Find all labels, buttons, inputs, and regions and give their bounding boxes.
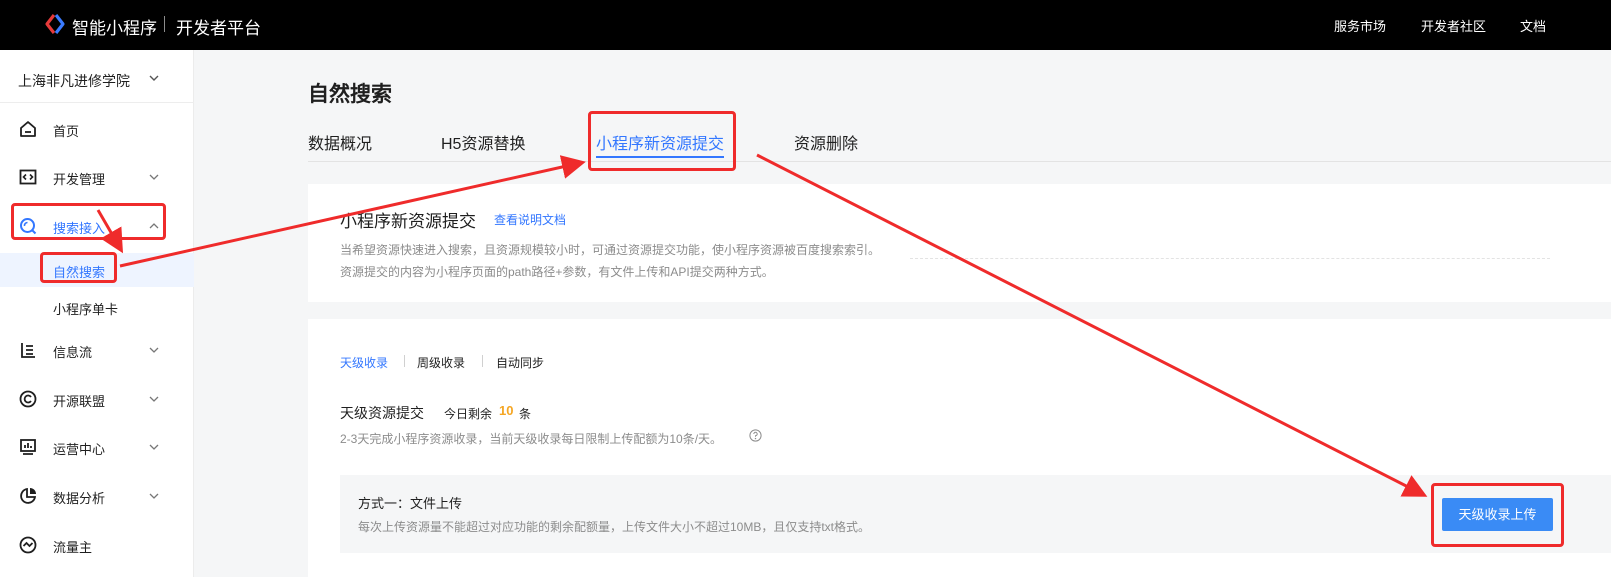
sidebar-item-label: 流量主: [53, 540, 93, 555]
subtab-auto-sync[interactable]: 自动同步: [496, 354, 544, 371]
brand-name[interactable]: 智能小程序: [72, 14, 157, 39]
tab-h5-replace[interactable]: H5资源替换: [441, 130, 525, 154]
sidebar-item-label: 小程序单卡: [53, 302, 119, 317]
quota-rule-text: 2-3天完成小程序资源收录，当前天级收录每日限制上传配额为10条/天。: [340, 432, 723, 446]
chevron-down-icon: [149, 347, 159, 353]
remaining-count: 10: [499, 403, 514, 418]
intro-title: 小程序新资源提交: [340, 212, 476, 231]
data-analysis-icon: [20, 487, 37, 504]
chevron-down-icon[interactable]: [148, 72, 160, 84]
subtab-divider: [482, 355, 483, 367]
sidebar-item-label: 开发管理: [53, 172, 106, 187]
subtab-divider: [404, 355, 405, 367]
alliance-icon: [19, 390, 37, 408]
daily-submit-title: 天级资源提交: [340, 405, 424, 421]
subtab-weekly[interactable]: 周级收录: [417, 354, 465, 371]
sidebar-item-operations[interactable]: 运营中心: [0, 427, 194, 467]
tab-data-overview[interactable]: 数据概况: [308, 130, 372, 154]
brand-divider: [164, 16, 165, 32]
annotation-box: [1431, 483, 1564, 547]
subtab-daily[interactable]: 天级收录: [340, 354, 388, 371]
traffic-icon: [19, 536, 37, 554]
sidebar-item-mini-card[interactable]: 小程序单卡: [0, 290, 194, 324]
service-market-link[interactable]: 服务市场: [1334, 16, 1386, 35]
tab-resource-delete[interactable]: 资源删除: [794, 130, 858, 154]
intro-description: 资源提交的内容为小程序页面的path路径+参数，有文件上传和API提交两种方式。: [340, 265, 774, 279]
platform-name: 开发者平台: [176, 19, 261, 38]
docs-link[interactable]: 文档: [1520, 16, 1546, 35]
sidebar-item-dev-management[interactable]: 开发管理: [0, 157, 194, 197]
dashed-divider: [910, 258, 1550, 259]
sidebar: 上海非凡进修学院 首页 开发管理 搜索接入 自然搜索 小程序单卡 信息流 开源联…: [0, 50, 194, 577]
intro-description: 当希望资源快速进入搜索，且资源规模较小时，可通过资源提交功能，使小程序资源被百度…: [340, 243, 881, 257]
file-upload-panel: [340, 475, 1611, 553]
remaining-unit: 条: [519, 407, 532, 421]
sidebar-item-home[interactable]: 首页: [0, 109, 194, 149]
tab-bar: 数据概况 H5资源替换 小程序新资源提交 资源删除: [308, 130, 1611, 162]
developer-community-link[interactable]: 开发者社区: [1421, 16, 1486, 35]
method-title: 方式一：文件上传: [358, 496, 463, 511]
sidebar-item-open-source-alliance[interactable]: 开源联盟: [0, 379, 194, 419]
home-icon: [20, 121, 36, 137]
sidebar-item-label: 数据分析: [53, 491, 106, 506]
operations-icon: [20, 439, 36, 455]
chevron-down-icon: [149, 396, 159, 402]
chevron-down-icon: [149, 493, 159, 499]
help-icon[interactable]: [749, 429, 762, 442]
sidebar-item-label: 开源联盟: [53, 394, 106, 409]
sidebar-item-data-analysis[interactable]: 数据分析: [0, 476, 194, 516]
annotation-box: [588, 111, 736, 171]
code-icon: [19, 169, 37, 185]
page-title: 自然搜索: [308, 83, 392, 106]
sidebar-item-feed[interactable]: 信息流: [0, 330, 194, 370]
annotation-box: [40, 252, 117, 283]
sidebar-item-traffic-owner[interactable]: 流量主: [0, 525, 194, 565]
chevron-down-icon: [149, 444, 159, 450]
annotation-box: [11, 203, 166, 240]
logo-icon[interactable]: [44, 13, 66, 35]
sidebar-item-label: 运营中心: [53, 442, 106, 457]
method-description: 每次上传资源量不能超过对应功能的剩余配额量，上传文件大小不超过10MB，且仅支持…: [358, 520, 871, 534]
org-selector[interactable]: 上海非凡进修学院: [18, 71, 130, 91]
chevron-down-icon: [149, 174, 159, 180]
remaining-label: 今日剩余: [444, 407, 493, 421]
sidebar-divider: [0, 102, 194, 103]
feed-icon: [21, 343, 35, 358]
top-bar: 智能小程序 开发者平台 服务市场 开发者社区 文档: [0, 0, 1611, 50]
doc-link[interactable]: 查看说明文档: [494, 211, 566, 228]
sidebar-item-label: 首页: [53, 124, 80, 139]
sidebar-item-label: 信息流: [53, 345, 93, 360]
